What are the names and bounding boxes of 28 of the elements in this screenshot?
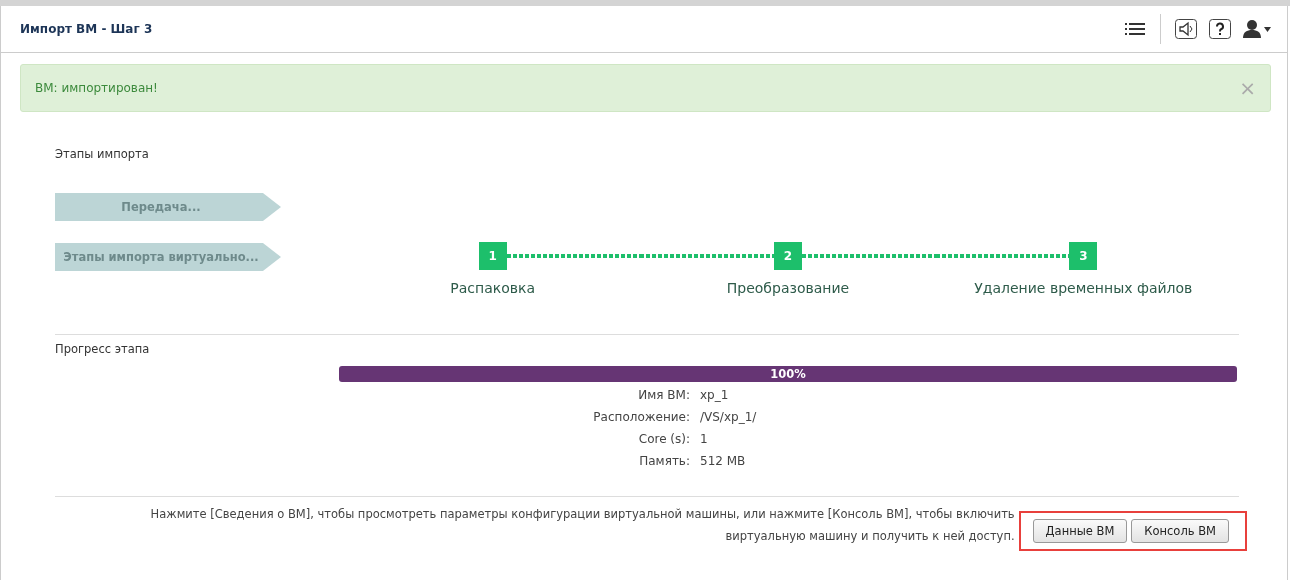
detail-label: Core (s):: [637, 432, 690, 446]
detail-value: 1: [700, 432, 709, 446]
help-icon[interactable]: [1209, 19, 1231, 39]
step-number: 1: [478, 242, 507, 270]
user-menu-icon[interactable]: [1243, 19, 1271, 39]
detail-label: Имя ВМ:: [637, 388, 690, 402]
detail-value: 512 MB: [700, 454, 747, 468]
speaker-icon[interactable]: [1175, 19, 1197, 39]
window-title: Импорт ВМ - Шаг 3: [20, 22, 153, 36]
step-number: 2: [774, 242, 802, 270]
section-title: Прогресс этапа: [55, 342, 151, 356]
hint-text: Нажмите [Сведения о ВМ], чтобы просмотреть параметры конфигурации виртуальной машины, или нажмите [Консоль ВМ], чтобы включить виртуальную машину и получить к ней доступ.: [149, 506, 1015, 545]
detail-value: /VS/xp_1/: [700, 410, 758, 424]
stage-label: Передача...: [55, 193, 281, 221]
action-button[interactable]: Данные ВМ: [1032, 519, 1128, 543]
list-icon[interactable]: [1124, 21, 1146, 37]
step-label: Удаление временных файлов: [974, 280, 1193, 296]
step-label: Распаковка: [450, 280, 536, 296]
stage-label: Этапы импорта виртуально...: [55, 243, 281, 271]
step-label: Преобразование: [726, 280, 850, 296]
detail-value: xp_1: [700, 388, 730, 402]
action-button[interactable]: Консоль ВМ: [1131, 519, 1229, 543]
step-number: 3: [1069, 242, 1098, 270]
detail-label: Память:: [638, 454, 690, 468]
alert-message: ВМ: импортирован!: [35, 81, 158, 95]
progress-reading: 100%: [769, 366, 807, 382]
detail-label: Расположение:: [592, 410, 690, 424]
section-title: Этапы импорта: [55, 147, 150, 161]
